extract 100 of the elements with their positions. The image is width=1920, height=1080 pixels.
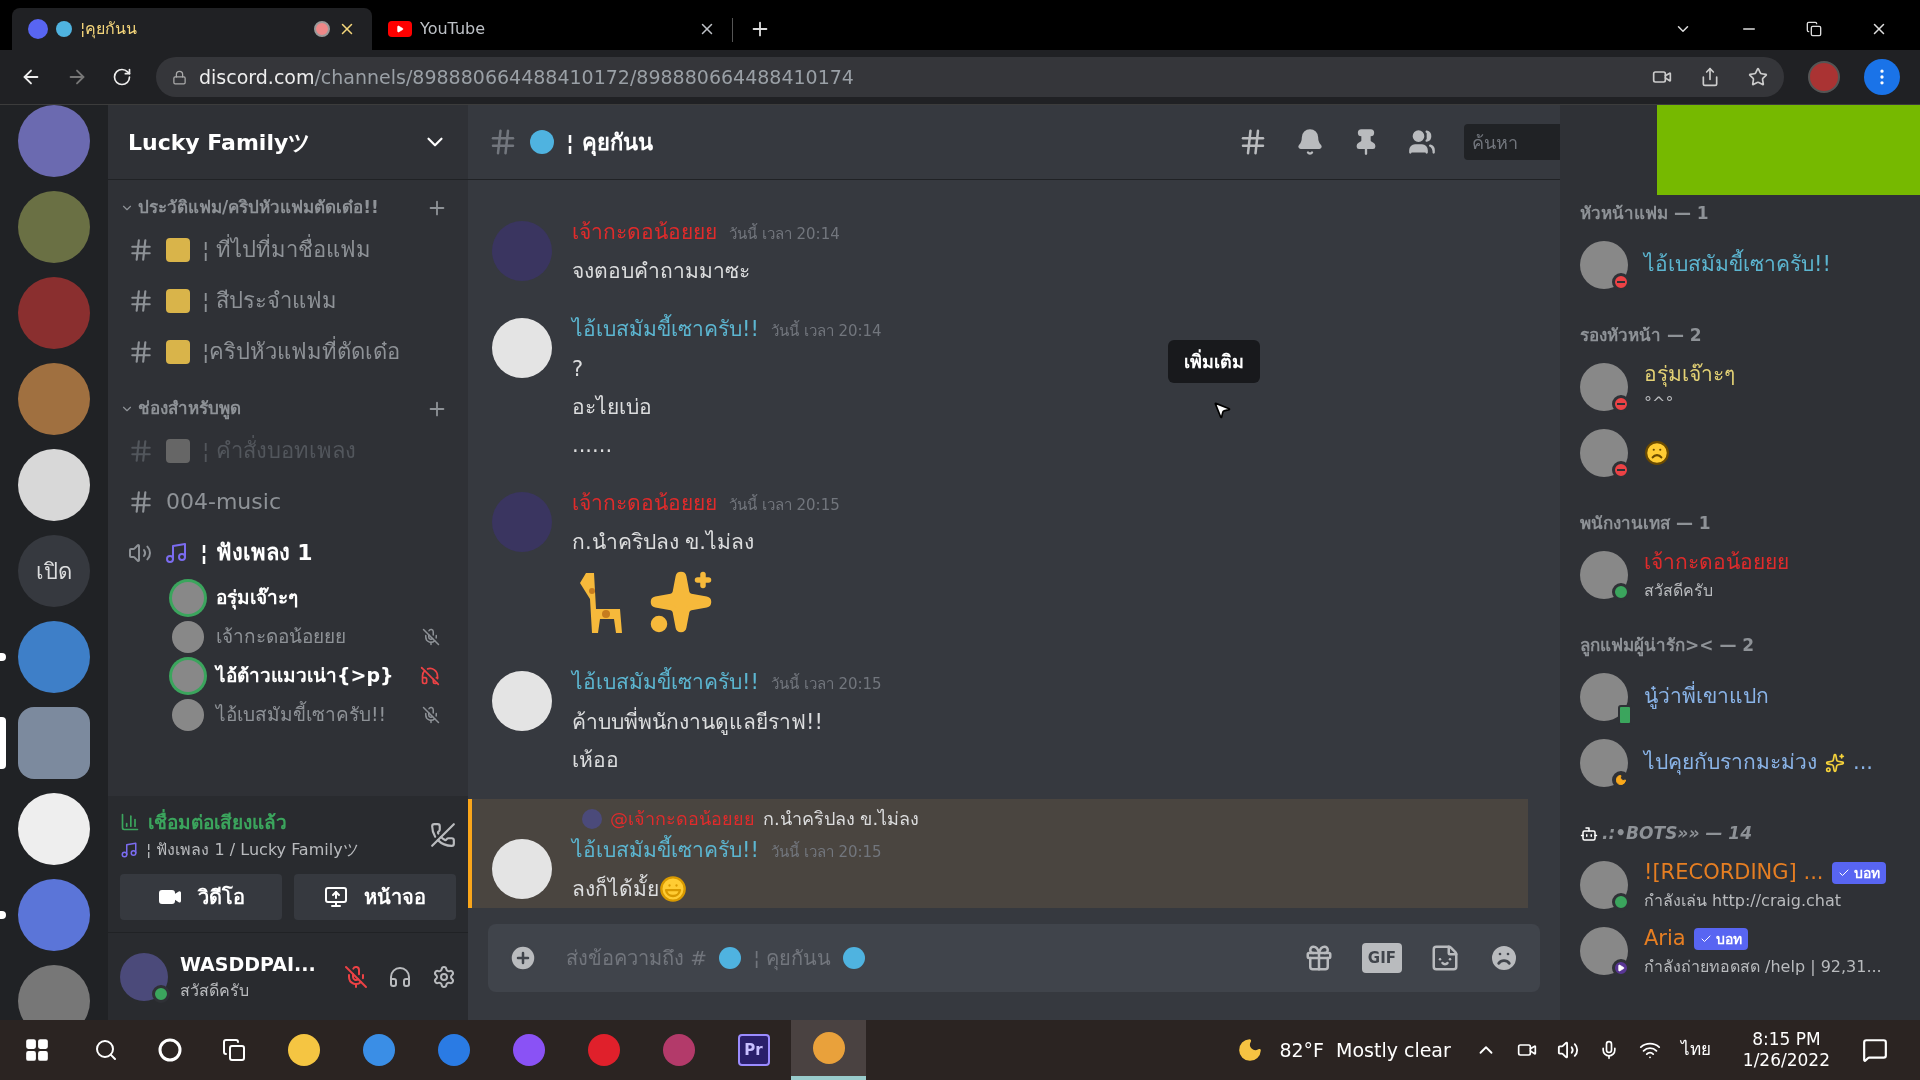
restore-icon[interactable] [1806,21,1822,37]
username: WASDDPAI... [180,952,317,978]
member-item[interactable]: ไปคุยกับรากมะม่วง ... [1572,730,1908,796]
taskbar-app[interactable] [791,1020,866,1080]
mic-muted-icon[interactable] [344,964,368,989]
taskbar-app[interactable]: Pr [716,1020,791,1080]
headphones-icon[interactable] [388,964,412,989]
language-indicator[interactable]: ไทย [1680,1037,1711,1063]
member-name: ไอ้เบสมัมขี้เซาครับ!! [1644,249,1831,281]
voice-user[interactable]: ไอ้เบสมัมขี้เซาครับ!! [116,695,460,734]
member-item[interactable]: ไอ้เบสมัมขี้เซาครับ!! [1572,232,1908,298]
user-avatar[interactable] [120,952,168,1001]
url-host: discord.com [199,64,315,90]
address-bar[interactable]: discord.com/channels/898880664488410172/898880664488410174 [156,57,1784,97]
voice-user[interactable]: ไอ้ต้าวแมวเน่า{>p} [116,656,460,695]
weather-description: Mostly clear [1336,1037,1451,1063]
premiere-icon: Pr [737,1034,770,1066]
add-attachment-icon[interactable] [508,943,538,973]
message-timestamp: วันนี้ เวลา 20:15 [770,673,882,695]
lock-icon [172,69,187,85]
notification-bell-icon[interactable] [1296,128,1324,156]
hash-icon [128,236,154,263]
custom-status: สวัสดีครับ [180,979,250,1002]
gif-button[interactable]: GIF [1361,942,1402,974]
emoji-icon [166,237,190,262]
volume-icon[interactable] [1556,1039,1579,1061]
settings-icon[interactable] [432,964,456,989]
reply-text: ก.นำคริปลง ข.ไม่ลง [763,807,920,831]
start-icon[interactable] [24,1037,50,1063]
category-title[interactable]: ประวัติแฟม/คริปหัวแฟมตัดเด๋อ!! [138,195,426,221]
browser-tab[interactable]: YouTube [372,8,732,50]
message-author[interactable]: ไอ้เบสมัมขี้เซาครับ!! [572,314,759,346]
message-timestamp: วันนี้ เวลา 20:14 [729,222,840,245]
notifications-icon[interactable] [1862,1037,1888,1063]
user-avatar[interactable] [492,671,552,731]
member-item[interactable]: อรุ่มเจ๊าะๆ °^° [1572,354,1908,420]
hash-icon [128,437,154,464]
text-channel[interactable]: ¦ สีประจำแฟม [116,275,460,326]
screen-share-button[interactable]: หน้าจอ [294,874,456,920]
message-text: เห้ออ [572,746,620,774]
share-icon[interactable] [1700,67,1720,87]
emoji-icon [166,438,190,463]
video-button[interactable]: วิดีโอ [120,874,282,920]
voice-status: เชื่อมต่อเสียงแล้ว [148,808,287,835]
text-channel[interactable]: ¦ ที่ไปที่มาชื่อแฟม [116,224,460,275]
message-author[interactable]: ไอ้เบสมัมขี้เซาครับ!! [572,834,759,866]
member-avatar [1580,927,1628,975]
message-timestamp: วันนี้ เวลา 20:14 [770,320,882,342]
message-author[interactable]: ไอ้เบสมัมขี้เซาครับ!! [572,667,759,699]
member-name-ellipsis: ... [1853,749,1874,777]
category-title[interactable]: ช่องสำหรับพูด [138,396,426,422]
emoji-icon [166,288,190,313]
sparkles-emoji-icon [1825,753,1845,773]
reply-avatar [582,808,602,829]
reload-icon[interactable] [112,67,132,87]
profile-avatar[interactable] [1808,61,1840,93]
message-text: ก.นำคริปลง ข.ไม่ลง [572,529,756,556]
user-avatar[interactable] [492,318,552,378]
message-timestamp: วันนี้ เวลา 20:15 [729,493,840,516]
search-field[interactable]: ค้นหา [1464,124,1560,160]
member-item[interactable]: ![RECORDING] ... บอท กำลังเล่น http://craig.chat [1572,852,1908,918]
cortana-icon[interactable] [158,1038,182,1062]
member-activity: สวัสดีครับ [1644,579,1714,602]
server-icon[interactable]: เปิด [18,535,90,607]
worried-face-emoji-icon [1644,440,1670,466]
member-name: เจ้ากะดอน้อยยย [1644,549,1789,577]
voice-user[interactable]: อรุ่มเจ๊าะๆ [116,578,460,617]
hash-icon [128,488,154,515]
member-name: ไปคุยกับรากมะม่วง [1644,749,1817,777]
disconnect-icon[interactable] [430,821,456,848]
voice-channel[interactable]: ¦ ฟังเพลง 1 [116,527,460,578]
hash-icon [128,338,154,365]
channel-title: ¦ คุยกันน [566,128,654,158]
url-path: /channels/898880664488410172/898880664488410174 [314,64,854,90]
member-name: Aria [1644,925,1686,953]
member-name: ![RECORDING] ... [1644,859,1824,887]
voice-channel-link[interactable]: ¦ ฟังเพลง 1 / Lucky Familyツ [146,838,359,862]
voice-user[interactable]: เจ้ากะดอน้อยยย [116,617,460,656]
member-activity: กำลังถ่ายทอดสด /help | 92,31... [1644,955,1882,978]
bookmark-star-icon[interactable] [1748,67,1768,87]
bot-badge: บอท [1693,928,1748,950]
members-icon[interactable] [1408,128,1436,156]
message-text: อะไยเบ่อ [572,393,653,421]
member-item[interactable]: เจ้ากะดอน้อยยย สวัสดีครับ [1572,542,1908,608]
member-item[interactable]: นู๋ว่าพี่เขาแปก [1572,664,1908,730]
member-name: นู๋ว่าพี่เขาแปก [1644,681,1769,713]
bot-badge: บอท [1831,862,1886,884]
member-avatar [1580,673,1628,721]
sticker-icon[interactable] [1430,943,1460,973]
task-view-icon[interactable] [222,1038,246,1062]
text-channel[interactable]: 004-music [116,476,460,527]
search-icon[interactable] [94,1038,118,1062]
menu-icon[interactable] [1864,59,1900,95]
member-item[interactable]: Aria บอท กำลังถ่ายทอดสด /help | 92,31... [1572,918,1908,984]
browser-tab[interactable]: ¦คุยกันน [12,8,372,50]
text-channel[interactable]: ¦คริปหัวแฟมที่ตัดเด๋อ [116,326,460,377]
tooltip: เพิ่มเติม [1168,340,1260,383]
moon-weather-icon [1237,1037,1264,1063]
member-activity: °^° [1644,391,1675,414]
member-group-title: ลูกแฟมผู้น่ารัก>< — 2 [1580,634,1755,659]
